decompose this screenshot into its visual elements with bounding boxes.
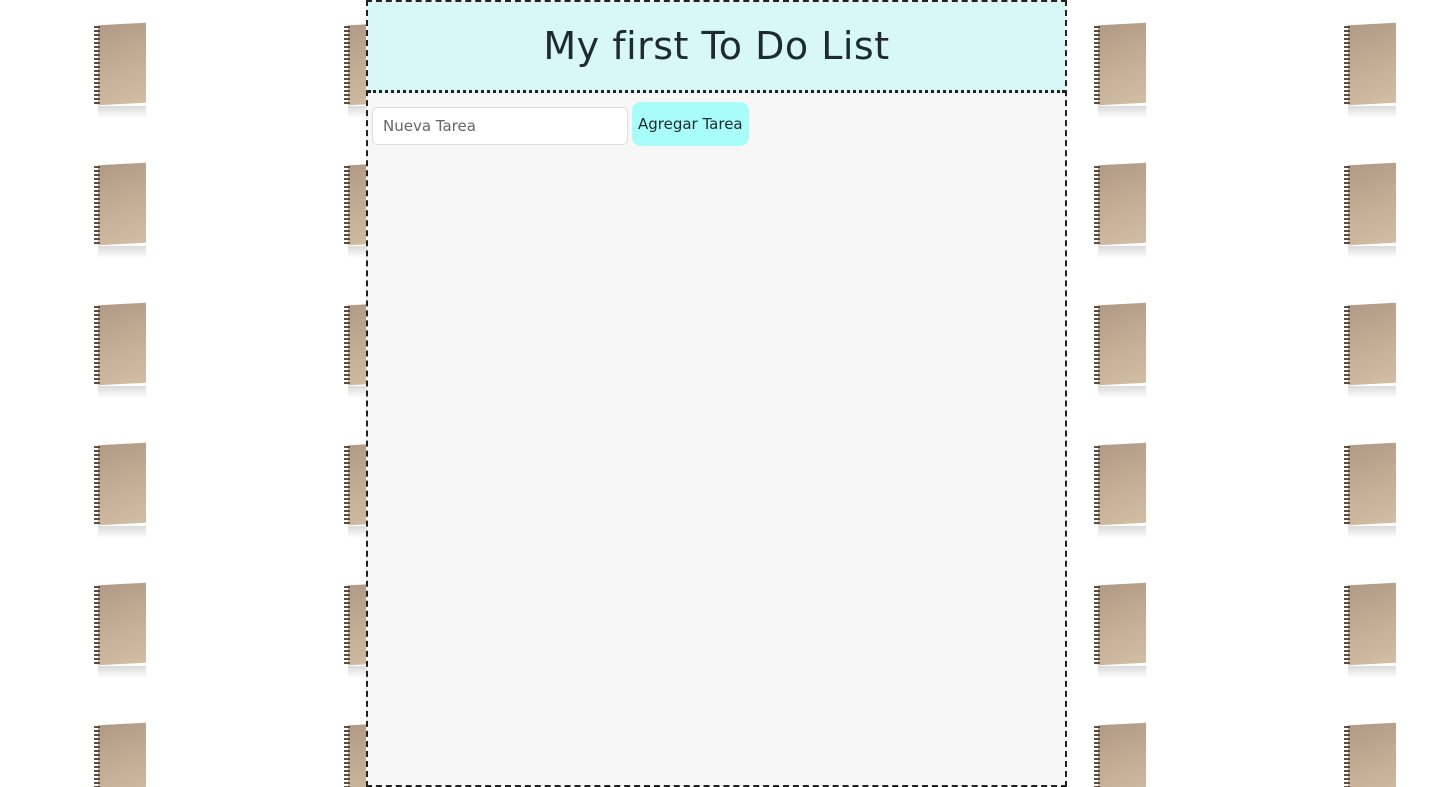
notebook-icon	[1094, 302, 1146, 398]
notebook-icon	[1094, 582, 1146, 678]
notebook-icon	[1344, 722, 1396, 787]
notebook-icon	[1094, 22, 1146, 118]
new-task-input[interactable]	[372, 107, 628, 145]
notebook-icon	[1344, 302, 1396, 398]
notebook-icon	[1094, 722, 1146, 787]
notebook-icon	[94, 302, 146, 398]
notebook-icon	[1344, 582, 1396, 678]
notebook-icon	[94, 442, 146, 538]
notebook-icon	[94, 722, 146, 787]
new-task-form: Agregar Tarea	[372, 102, 749, 146]
app-header: My first To Do List	[368, 2, 1065, 93]
notebook-icon	[1344, 162, 1396, 258]
notebook-icon	[1094, 162, 1146, 258]
notebook-icon	[1094, 442, 1146, 538]
todo-app-panel: My first To Do List Agregar Tarea	[366, 0, 1067, 787]
notebook-icon	[94, 582, 146, 678]
add-task-button[interactable]: Agregar Tarea	[632, 102, 749, 146]
notebook-icon	[94, 22, 146, 118]
notebook-icon	[94, 162, 146, 258]
notebook-icon	[1344, 442, 1396, 538]
notebook-icon	[1344, 22, 1396, 118]
page-title: My first To Do List	[543, 24, 890, 68]
